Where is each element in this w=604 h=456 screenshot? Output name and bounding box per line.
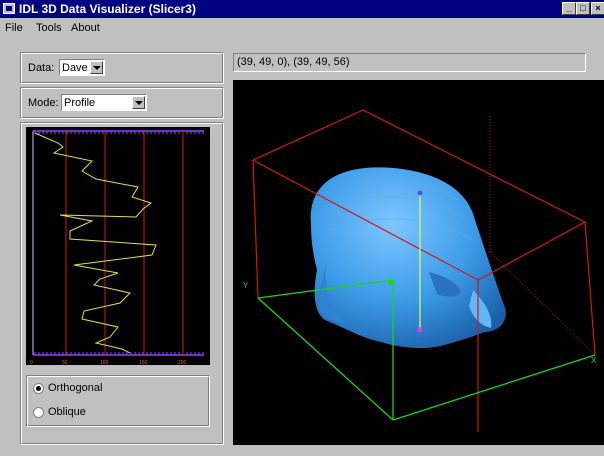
window-title: IDL 3D Data Visualizer (Slicer3)	[19, 2, 196, 16]
data-label: Data:	[28, 62, 55, 74]
orthogonal-radio[interactable]	[33, 383, 44, 394]
x-tick-label: 200	[178, 360, 187, 365]
close-button[interactable]: ×	[591, 2, 604, 15]
chevron-down-icon[interactable]	[90, 61, 103, 74]
x-tick-label: 0	[30, 360, 33, 365]
app-icon[interactable]	[3, 3, 15, 14]
volume-render: Y X	[243, 109, 597, 432]
maximize-button[interactable]: □	[576, 2, 590, 15]
svg-text:Y: Y	[243, 281, 249, 290]
title-bar[interactable]: IDL 3D Data Visualizer (Slicer3) _ □ ×	[0, 0, 604, 18]
profile-plot[interactable]: 0 50 100 150 200	[26, 127, 210, 366]
origin-marker	[388, 279, 394, 285]
x-tick-label: 50	[62, 360, 68, 365]
mode-label: Mode:	[28, 97, 59, 109]
data-group: Data: Dave	[20, 52, 224, 84]
plot-ticks	[34, 131, 204, 355]
x-tick-label: 100	[100, 360, 109, 365]
probe-end-handle[interactable]	[417, 327, 423, 333]
orientation-group: Orthogonal Oblique	[26, 375, 210, 427]
menu-bar: File Tools About	[0, 18, 604, 38]
data-dropdown-value: Dave	[62, 62, 88, 74]
oblique-radio[interactable]	[33, 407, 44, 418]
app-window: IDL 3D Data Visualizer (Slicer3) _ □ × F…	[0, 0, 604, 456]
orthogonal-label[interactable]: Orthogonal	[48, 382, 102, 394]
minimize-button[interactable]: _	[562, 2, 576, 15]
head-volume	[310, 167, 506, 349]
mode-dropdown-value: Profile	[64, 97, 96, 109]
coordinate-text: (39, 49, 0), (39, 49, 56)	[237, 56, 350, 68]
data-dropdown[interactable]: Dave	[59, 59, 105, 76]
profile-line	[34, 132, 157, 354]
menu-file[interactable]: File	[5, 22, 23, 34]
mode-dropdown[interactable]: Profile	[61, 94, 147, 111]
menu-about[interactable]: About	[71, 22, 100, 34]
x-tick-label: 150	[139, 360, 148, 365]
mode-group: Mode: Profile	[20, 87, 224, 119]
profile-plot-canvas: 0 50 100 150 200	[30, 130, 204, 366]
volume-3d-view[interactable]: Y X	[233, 80, 604, 445]
menu-tools[interactable]: Tools	[36, 22, 62, 34]
svg-text:X: X	[591, 356, 597, 365]
chevron-down-icon[interactable]	[132, 96, 145, 109]
coordinate-readout: (39, 49, 0), (39, 49, 56)	[233, 53, 586, 72]
probe-start-handle[interactable]	[417, 190, 423, 196]
oblique-label[interactable]: Oblique	[48, 406, 86, 418]
